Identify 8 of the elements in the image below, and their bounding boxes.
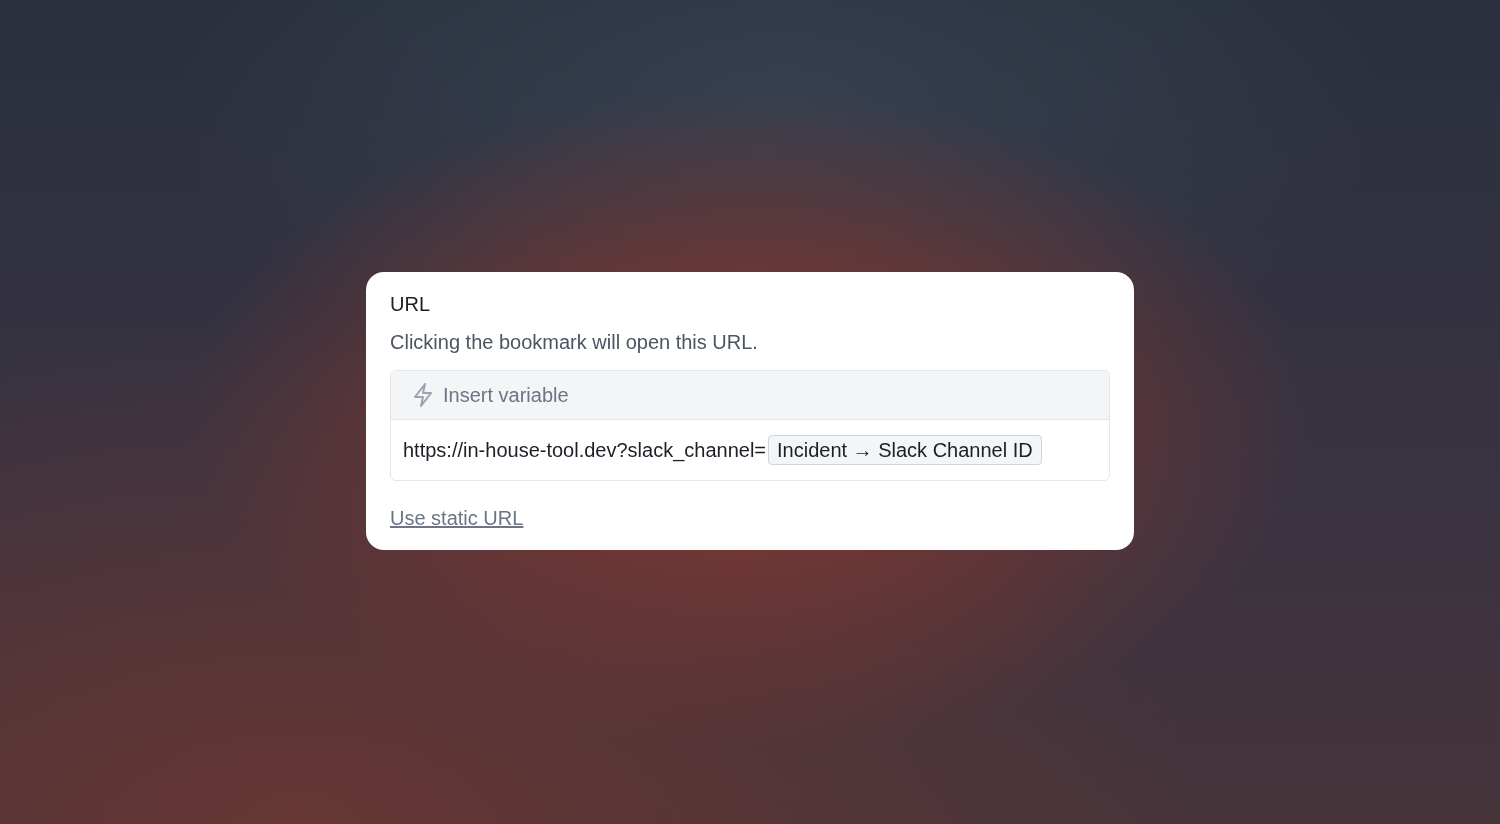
field-description: Clicking the bookmark will open this URL. <box>390 330 759 355</box>
url-text: https://in-house-tool.dev?slack_channel= <box>403 439 766 461</box>
variable-chip[interactable]: Incident → Slack Channel ID <box>768 435 1042 465</box>
url-editor[interactable]: Insert variable https://in-house-tool.dev?slack_channel= Incident → Slack Channel ID <box>390 370 1110 481</box>
static-url-link[interactable]: Use static URL <box>390 507 524 530</box>
lightning-icon <box>413 383 433 407</box>
insert-variable-button[interactable]: Insert variable <box>413 381 569 409</box>
field-label: URL <box>390 292 431 317</box>
